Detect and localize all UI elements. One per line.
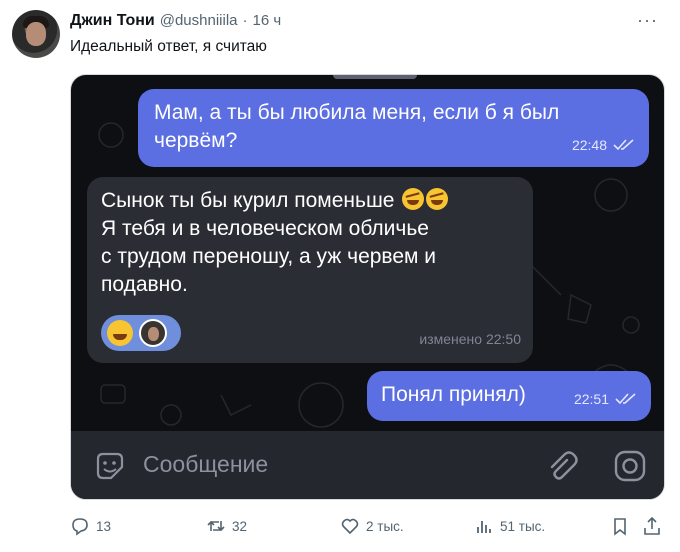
more-options-icon[interactable]: ··· [637, 10, 658, 31]
views-count: 51 тыс. [500, 518, 546, 534]
like-count: 2 тыс. [366, 518, 404, 534]
share-button[interactable] [642, 516, 662, 536]
tweet-time[interactable]: 16 ч [253, 12, 282, 29]
message-line: Сынок ты бы курил поменьше [101, 187, 519, 215]
retweet-icon [207, 520, 225, 532]
author-name[interactable]: Джин Тони [70, 12, 155, 30]
message-time: изменено 22:50 [419, 331, 521, 347]
author-avatar[interactable] [12, 10, 60, 58]
message-meta: 22:48 [572, 131, 635, 159]
sticker-icon[interactable] [93, 449, 127, 483]
message-time: 22:51 [573, 391, 609, 407]
message-meta: 22:51 [574, 385, 637, 413]
reply-button[interactable]: 13 [70, 516, 111, 536]
rofl-reaction-icon [107, 320, 133, 346]
outgoing-message[interactable]: Мам, а ты бы любила меня, если б я был ч… [138, 89, 649, 167]
camera-icon[interactable] [613, 449, 647, 483]
incoming-message[interactable]: Сынок ты бы курил поменьше Я тебя и в че… [87, 177, 533, 363]
top-notch [333, 75, 417, 79]
double-check-icon [615, 393, 636, 405]
outgoing-message[interactable]: Понял принял) 22:51 [367, 371, 651, 421]
share-icon [644, 516, 660, 535]
message-meta: изменено 22:50 [419, 325, 521, 353]
message-line: Я тебя и в человеческом обличье [101, 217, 429, 240]
message-time: 22:48 [571, 137, 607, 153]
message-input-bar: Сообщение [71, 431, 664, 499]
reactor-avatar [139, 319, 167, 347]
retweet-button[interactable]: 32 [206, 516, 247, 536]
bookmark-icon [614, 518, 626, 536]
message-text: Мам, а ты бы любила меня, если б я был ч… [154, 101, 560, 152]
heart-icon [341, 518, 359, 535]
reply-count: 13 [96, 518, 112, 534]
reaction-pill[interactable] [101, 315, 181, 351]
rofl-emoji-icon [426, 188, 449, 210]
reply-icon [72, 518, 88, 536]
separator-dot: · [242, 12, 248, 29]
views-icon [477, 521, 491, 533]
tweet-actions: 13 32 2 тыс. 51 тыс. [70, 516, 670, 540]
views-button[interactable]: 51 тыс. [474, 516, 545, 536]
tweet-text: Идеальный ответ, я считаю [70, 38, 267, 55]
bookmark-button[interactable] [610, 516, 630, 536]
message-line: с трудом переношу, а уж червем и [101, 245, 437, 268]
chat-screenshot[interactable]: Мам, а ты бы любила меня, если б я был ч… [70, 74, 665, 500]
message-line: подавно. [101, 273, 188, 296]
rofl-emoji-icon [402, 188, 425, 210]
double-check-icon [613, 139, 634, 151]
tweet-header: Джин Тони @dushniiila · 16 ч [70, 12, 281, 30]
author-handle[interactable]: @dushniiila [160, 12, 238, 29]
attach-icon[interactable] [544, 449, 578, 483]
retweet-count: 32 [232, 518, 248, 534]
message-input[interactable]: Сообщение [143, 451, 268, 478]
like-button[interactable]: 2 тыс. [340, 516, 404, 536]
